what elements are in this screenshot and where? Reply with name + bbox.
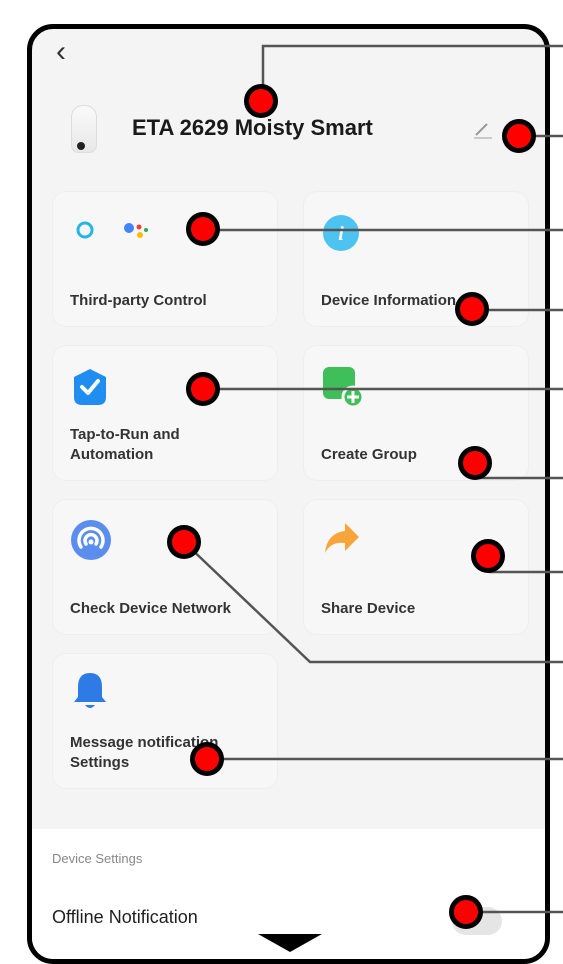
card-label: Device Information [321, 292, 457, 309]
section-title: Device Settings [52, 851, 143, 866]
card-label-line2: Settings [70, 754, 130, 771]
card-label-line1: Tap-to-Run and [70, 426, 180, 443]
alexa-icon [76, 221, 94, 239]
annotation-dot [244, 84, 278, 118]
annotation-dot [186, 212, 220, 246]
card-label-line2: Automation [70, 446, 154, 463]
offline-notification-label: Offline Notification [52, 907, 198, 927]
annotation-dot [186, 372, 220, 406]
chevron-left-icon[interactable]: ‹ [56, 35, 66, 68]
card-check-device-network[interactable]: Check Device Network [52, 499, 278, 635]
info-icon: i [323, 215, 359, 251]
share-arrow-icon [325, 523, 359, 553]
annotation-dot [502, 119, 536, 153]
annotation-dot [190, 742, 224, 776]
device-name: ETA 2629 Moisty Smart [132, 115, 373, 140]
svg-text:i: i [338, 223, 344, 245]
card-tap-to-run[interactable]: Tap-to-Run and Automation [52, 345, 278, 481]
device-header: ETA 2629 Moisty Smart [32, 99, 545, 169]
card-label: Share Device [321, 600, 416, 617]
annotation-dot [167, 525, 201, 559]
card-third-party-control[interactable]: Third-party Control [52, 191, 278, 327]
card-label: Check Device Network [70, 600, 231, 617]
network-icon [71, 520, 111, 560]
bell-icon [74, 673, 106, 708]
scroll-down-arrow-icon [258, 934, 322, 952]
device-image [71, 105, 97, 153]
pencil-icon[interactable] [472, 119, 494, 141]
card-create-group[interactable]: Create Group [303, 345, 529, 481]
back-button[interactable]: ‹ [56, 37, 66, 67]
phone-frame: ‹ ETA 2629 Moisty Smart Third-party Cont… [27, 24, 550, 964]
shield-check-icon [74, 369, 106, 405]
annotation-dot [449, 895, 483, 929]
card-device-information[interactable]: i Device Information [303, 191, 529, 327]
card-message-notification[interactable]: Message notification Settings [52, 653, 278, 789]
card-label: Create Group [321, 446, 417, 463]
google-assistant-icon [124, 223, 148, 238]
create-group-icon [323, 367, 365, 409]
annotation-dot [458, 446, 492, 480]
card-label: Third-party Control [70, 292, 207, 309]
annotation-dot [471, 539, 505, 573]
annotation-dot [455, 292, 489, 326]
